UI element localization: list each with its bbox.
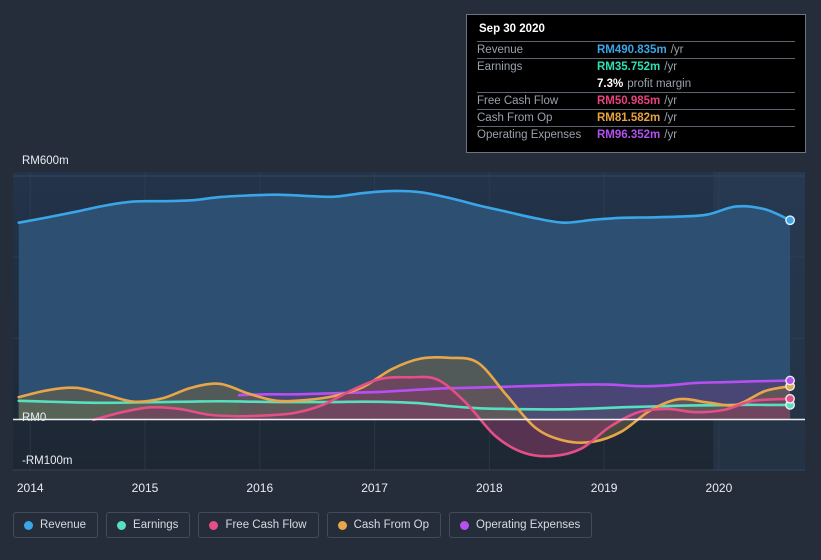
tooltip-row-value: RM35.752m [597,61,661,73]
legend-item-earnings[interactable]: Earnings [106,512,191,538]
legend-dot-icon [209,520,219,530]
x-axis-tick-2019: 2019 [590,481,618,495]
data-tooltip: Sep 30 2020 Revenue RM490.835m/yr Earnings… [466,14,806,153]
tooltip-row-value: RM50.985m [597,95,661,107]
tooltip-row-unit: /yr [664,95,678,107]
x-axis-tick-2015: 2015 [131,481,159,495]
x-axis-tick-2017: 2017 [361,481,388,495]
legend-item-revenue[interactable]: Revenue [13,512,99,538]
tooltip-row-value: RM81.582m [597,112,661,124]
legend-dot-icon [117,520,127,530]
legend-dot-icon [460,520,470,530]
endpoint-marker-operating-expenses[interactable] [785,375,795,386]
chart-legend[interactable]: Revenue Earnings Free Cash Flow Cash From O… [13,512,593,538]
legend-item-free-cash-flow[interactable]: Free Cash Flow [198,512,319,538]
x-axis-tick-2020: 2020 [705,481,733,495]
tooltip-row-key: Cash From Op [477,112,553,124]
tooltip-margin-value: 7.3% [597,77,624,90]
tooltip-date: Sep 30 2020 [479,23,545,35]
legend-item-label: Free Cash Flow [225,519,307,531]
x-axis-tick-2014: 2014 [16,481,44,495]
legend-item-label: Cash From Op [353,519,430,531]
tooltip-row-value: RM490.835m [597,44,667,56]
tooltip-row-key: Earnings [477,61,523,73]
financial-chart-widget: RM600m RM0 -RM100m 2014 2015 2016 2017 2018 2… [0,0,821,560]
legend-dot-icon [337,520,347,530]
legend-item-operating-expenses[interactable]: Operating Expenses [449,512,593,538]
x-axis-tick-2018: 2018 [475,481,503,495]
x-axis-tick-2016: 2016 [246,481,274,495]
y-axis-label-zero: RM0 [22,412,47,424]
legend-item-label: Operating Expenses [476,519,581,531]
endpoint-marker-revenue[interactable] [785,215,795,226]
tooltip-row-value: RM96.352m [597,129,661,141]
y-axis-label-bottom: -RM100m [22,455,73,467]
legend-item-label: Earnings [133,519,179,531]
tooltip-row-key: Revenue [477,44,524,56]
tooltip-rows: Revenue RM490.835m/yr Earnings RM35.752m/yr… [477,41,795,143]
tooltip-row-key: Operating Expenses [477,129,582,141]
tooltip-row-earnings: Earnings RM35.752m/yr [477,58,795,75]
tooltip-row-operating-expenses: Operating Expenses RM96.352m/yr [477,126,795,143]
tooltip-row-key: Free Cash Flow [477,95,559,107]
legend-item-label: Revenue [40,519,87,531]
legend-dot-icon [24,520,33,530]
tooltip-row-free-cash-flow: Free Cash Flow RM50.985m/yr [477,92,795,109]
tooltip-row-cash-from-op: Cash From Op RM81.582m/yr [477,109,795,126]
tooltip-profit-margin-row: 7.3% profit margin [477,75,795,92]
tooltip-row-unit: /yr [670,44,684,56]
tooltip-row-unit: /yr [664,112,678,124]
tooltip-row-unit: /yr [664,129,678,141]
y-axis-label-top: RM600m [22,155,69,167]
endpoint-marker-free-cash-flow[interactable] [785,393,795,404]
legend-item-cash-from-op[interactable]: Cash From Op [326,512,442,538]
tooltip-row-unit: /yr [664,61,678,73]
tooltip-row-revenue: Revenue RM490.835m/yr [477,41,795,58]
tooltip-margin-label: profit margin [627,77,692,90]
